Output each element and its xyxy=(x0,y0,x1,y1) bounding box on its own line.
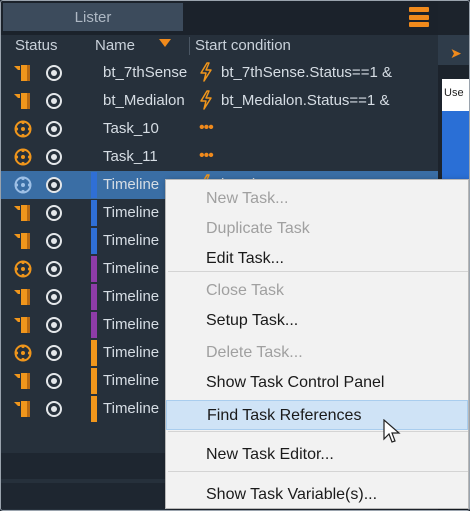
task-status-icon xyxy=(14,289,30,305)
record-icon[interactable] xyxy=(46,177,62,193)
column-header-name[interactable]: Name xyxy=(95,37,135,54)
record-icon[interactable] xyxy=(46,233,62,249)
menu-item-show-task-control-panel[interactable]: Show Task Control Panel xyxy=(166,368,468,398)
task-row[interactable]: Task_10 ••• xyxy=(1,115,438,143)
menu-item-duplicate-task[interactable]: Duplicate Task xyxy=(166,214,468,244)
task-name: Task_11 xyxy=(103,148,158,165)
column-header-status[interactable]: Status xyxy=(15,37,58,54)
task-status-icon xyxy=(14,205,30,221)
record-icon[interactable] xyxy=(46,65,62,81)
task-color-bar xyxy=(91,256,97,282)
lister-tab[interactable]: Lister xyxy=(3,3,183,31)
task-clock-icon xyxy=(14,148,32,166)
task-status-icon xyxy=(14,65,30,81)
context-menu: New Task... Duplicate Task Edit Task... Clo… xyxy=(165,179,469,509)
task-name: bt_7thSense xyxy=(103,64,188,81)
task-color-bar xyxy=(91,228,97,254)
task-row[interactable]: bt_Medialon bt_Medialon.Status==1 & xyxy=(1,87,438,115)
menu-item-show-task-variable-s[interactable]: Show Task Variable(s)... xyxy=(166,480,468,510)
task-color-bar xyxy=(91,284,97,310)
column-divider[interactable] xyxy=(189,37,190,55)
menu-item-find-task-references[interactable]: Find Task References xyxy=(166,400,468,430)
record-icon[interactable] xyxy=(46,373,62,389)
start-condition-text: bt_7thSense.Status==1 & xyxy=(221,64,392,81)
menu-separator xyxy=(168,471,468,472)
lister-header: Lister xyxy=(1,1,438,35)
start-condition-text: bt_Medialon.Status==1 & xyxy=(221,92,390,109)
lightning-bolt-icon xyxy=(200,62,212,82)
pointer-tool-icon[interactable]: ➤ xyxy=(450,45,462,62)
sort-descending-icon[interactable] xyxy=(159,39,171,47)
task-status-icon xyxy=(14,317,30,333)
menu-item-setup-task[interactable]: Setup Task... xyxy=(166,306,468,336)
menu-item-new-task[interactable]: New Task... xyxy=(166,184,468,214)
record-icon[interactable] xyxy=(46,289,62,305)
task-status-icon xyxy=(14,373,30,389)
record-icon[interactable] xyxy=(46,401,62,417)
task-row[interactable]: Task_11 ••• xyxy=(1,143,438,171)
app-window: Lister Status Name Start condition bt_7t… xyxy=(0,0,470,511)
record-icon[interactable] xyxy=(46,149,62,165)
record-icon[interactable] xyxy=(46,205,62,221)
task-clock-icon xyxy=(14,344,32,362)
menu-item-edit-task[interactable]: Edit Task... xyxy=(166,244,468,274)
menu-separator xyxy=(168,431,468,432)
task-color-bar xyxy=(91,200,97,226)
task-status-icon xyxy=(14,233,30,249)
menu-item-delete-task[interactable]: Delete Task... xyxy=(166,338,468,368)
task-color-bar xyxy=(91,340,97,366)
mouse-cursor-icon xyxy=(383,419,401,443)
column-header-start-condition[interactable]: Start condition xyxy=(195,37,291,54)
task-color-bar xyxy=(91,312,97,338)
start-condition-dots[interactable]: ••• xyxy=(199,119,214,137)
task-name: bt_Medialon xyxy=(103,92,185,109)
record-icon[interactable] xyxy=(46,261,62,277)
record-icon[interactable] xyxy=(46,93,62,109)
task-clock-icon xyxy=(14,120,32,138)
right-panel-label: Use xyxy=(444,87,464,99)
task-color-bar xyxy=(91,396,97,422)
start-condition-dots[interactable]: ••• xyxy=(199,147,214,165)
column-headers: Status Name Start condition xyxy=(1,35,438,57)
task-clock-icon xyxy=(14,176,32,194)
lightning-bolt-icon xyxy=(200,90,212,110)
task-status-icon xyxy=(14,401,30,417)
menu-separator xyxy=(168,271,468,272)
task-status-icon xyxy=(14,93,30,109)
task-name: Task_10 xyxy=(103,120,159,137)
task-row[interactable]: bt_7thSense bt_7thSense.Status==1 & xyxy=(1,59,438,87)
record-icon[interactable] xyxy=(46,121,62,137)
menu-item-new-task-editor[interactable]: New Task Editor... xyxy=(166,440,468,470)
task-color-bar xyxy=(91,368,97,394)
menu-item-close-task[interactable]: Close Task xyxy=(166,276,468,306)
task-clock-icon xyxy=(14,260,32,278)
record-icon[interactable] xyxy=(46,317,62,333)
task-color-bar xyxy=(91,172,97,198)
record-icon[interactable] xyxy=(46,345,62,361)
hamburger-menu-icon[interactable] xyxy=(409,7,429,27)
